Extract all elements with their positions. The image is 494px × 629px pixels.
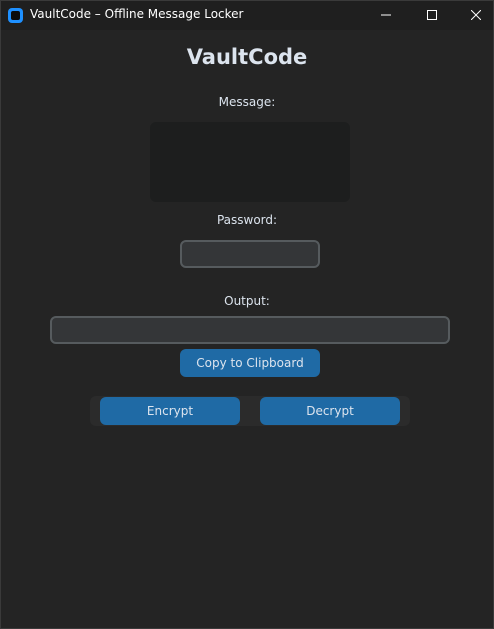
minimize-button[interactable] xyxy=(363,1,409,30)
minimize-icon xyxy=(381,14,391,16)
encrypt-button[interactable]: Encrypt xyxy=(100,397,240,425)
password-label: Password: xyxy=(216,213,278,227)
app-icon xyxy=(8,8,23,23)
copy-to-clipboard-button[interactable]: Copy to Clipboard xyxy=(180,349,320,377)
window-title: VaultCode – Offline Message Locker xyxy=(30,7,244,21)
close-icon xyxy=(471,10,481,20)
message-textbox[interactable] xyxy=(150,122,350,202)
app-heading: VaultCode xyxy=(186,45,308,69)
output-label: Output: xyxy=(224,294,270,308)
app-window: VaultCode – Offline Message Locker Vault… xyxy=(0,0,494,629)
password-field[interactable] xyxy=(180,240,320,268)
message-label: Message: xyxy=(218,95,276,109)
output-field[interactable] xyxy=(50,316,450,344)
maximize-icon xyxy=(427,10,437,20)
title-bar[interactable]: VaultCode – Offline Message Locker xyxy=(1,1,493,30)
close-button[interactable] xyxy=(455,1,493,30)
maximize-button[interactable] xyxy=(409,1,455,30)
decrypt-button[interactable]: Decrypt xyxy=(260,397,400,425)
